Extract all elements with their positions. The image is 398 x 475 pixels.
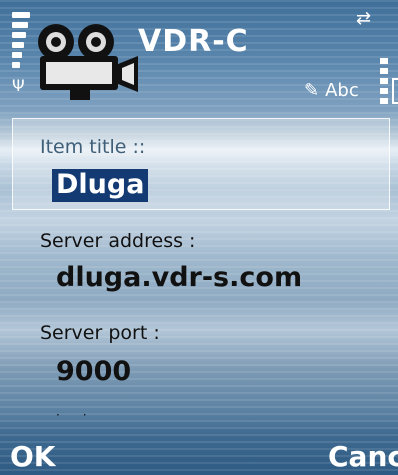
server-address-label: Server address :: [40, 230, 196, 252]
cancel-softkey[interactable]: Cance: [328, 440, 398, 473]
server-port-input[interactable]: 9000: [56, 356, 131, 387]
signal-strength-icon: [12, 12, 30, 76]
more-fields-indicator: · ·: [56, 408, 87, 422]
antenna-icon: Ψ: [12, 76, 25, 95]
pen-icon: ✎: [304, 80, 320, 101]
item-title-label: Item title ::: [40, 136, 146, 158]
ok-softkey[interactable]: OK: [10, 440, 56, 473]
input-mode-indicator: ✎ Abc: [304, 80, 359, 101]
network-activity-icon: ⇄: [356, 8, 372, 29]
input-mode-label: Abc: [325, 80, 359, 101]
server-port-label: Server port :: [40, 322, 160, 344]
app-screen: Ψ VDR-C ⇄ ✎ Abc Item title :: Dluga Serv…: [0, 0, 398, 475]
clipboard-icon: [392, 78, 398, 104]
item-title-input[interactable]: Dluga: [52, 169, 149, 202]
app-title: VDR-C: [138, 24, 249, 59]
battery-icon: [380, 58, 390, 108]
film-camera-icon: [34, 20, 144, 102]
server-address-input[interactable]: dluga.vdr-s.com: [56, 262, 302, 293]
